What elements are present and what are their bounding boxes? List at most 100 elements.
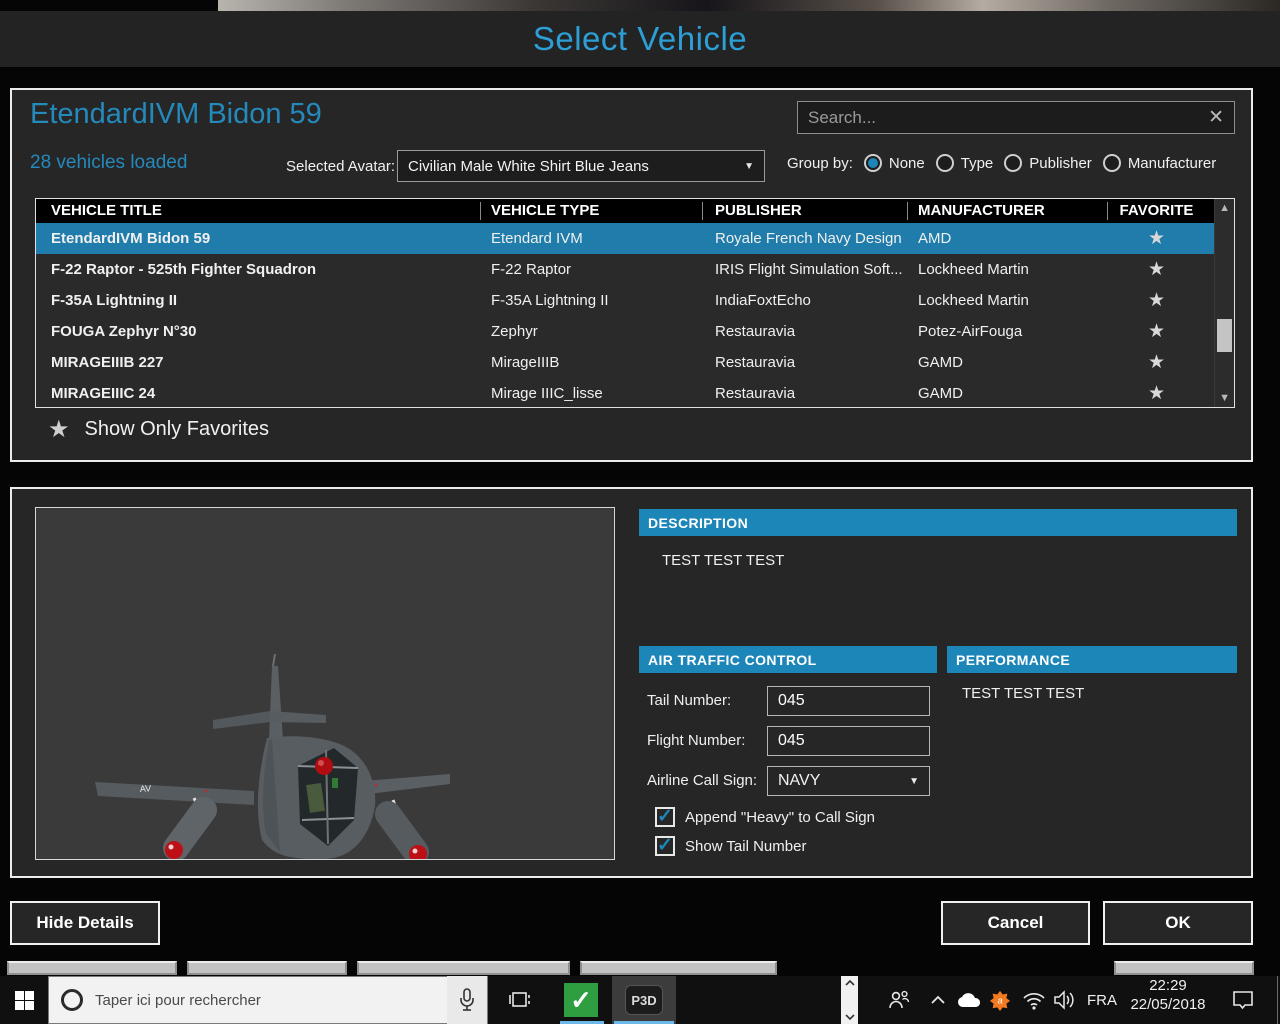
language-indicator[interactable]: FRA bbox=[1084, 976, 1120, 1024]
table-row[interactable]: EtendardIVM Bidon 59 Etendard IVM Royale… bbox=[36, 223, 1215, 254]
cell-vehicle-title: F-35A Lightning II bbox=[51, 292, 178, 309]
tail-number-input[interactable] bbox=[767, 686, 930, 716]
selected-avatar-dropdown[interactable]: Civilian Male White Shirt Blue Jeans ▼ bbox=[397, 150, 765, 182]
selected-vehicle-title: EtendardIVM Bidon 59 bbox=[30, 98, 322, 130]
onedrive-tray-icon[interactable] bbox=[954, 976, 984, 1024]
background-window-edge bbox=[187, 961, 347, 975]
favorite-star-icon[interactable]: ★ bbox=[1148, 352, 1165, 373]
show-tail-number-label: Show Tail Number bbox=[685, 837, 807, 855]
flight-number-input[interactable] bbox=[767, 726, 930, 756]
star-icon: ★ bbox=[48, 416, 70, 443]
airline-call-sign-label: Airline Call Sign: bbox=[647, 772, 758, 789]
column-header-vehicle-type[interactable]: VEHICLE TYPE bbox=[481, 202, 703, 220]
airline-call-sign-dropdown[interactable]: NAVY ▼ bbox=[767, 766, 930, 796]
cell-publisher: Restauravia bbox=[715, 354, 796, 371]
taskbar-clock[interactable]: 22:29 22/05/2018 bbox=[1122, 976, 1214, 1014]
checkbox-icon[interactable]: ✓ bbox=[655, 807, 675, 827]
chevron-down-icon: ▼ bbox=[909, 775, 919, 787]
microphone-icon bbox=[460, 988, 474, 1011]
cell-vehicle-title: MIRAGEIIIB 227 bbox=[51, 354, 164, 371]
table-row[interactable]: F-22 Raptor - 525th Fighter Squadron F-2… bbox=[36, 254, 1214, 285]
ok-button[interactable]: OK bbox=[1103, 901, 1253, 945]
green-check-icon: ✓ bbox=[564, 983, 598, 1017]
scrollbar-thumb[interactable] bbox=[1217, 319, 1233, 352]
scroll-down-icon[interactable]: ▼ bbox=[1215, 392, 1234, 404]
hidden-icons-button[interactable] bbox=[926, 976, 950, 1024]
background-window-edge bbox=[580, 961, 777, 975]
selected-avatar-label: Selected Avatar: bbox=[286, 158, 395, 175]
radio-icon bbox=[863, 154, 882, 172]
group-by-none[interactable]: None bbox=[863, 154, 925, 172]
people-button[interactable] bbox=[884, 976, 914, 1024]
task-view-button[interactable] bbox=[498, 976, 544, 1024]
favorite-star-icon[interactable]: ★ bbox=[1148, 290, 1165, 311]
group-by-label: Group by: bbox=[787, 154, 853, 172]
vehicle-preview-image: AV bbox=[35, 507, 615, 865]
group-by-type[interactable]: Type bbox=[935, 154, 994, 172]
search-input[interactable] bbox=[798, 107, 1199, 128]
cell-vehicle-title: F-22 Raptor - 525th Fighter Squadron bbox=[51, 261, 317, 278]
hide-details-button[interactable]: Hide Details bbox=[10, 901, 160, 945]
microphone-zone[interactable] bbox=[447, 976, 487, 1024]
cell-favorite: ★ bbox=[1108, 227, 1205, 250]
tail-number-label: Tail Number: bbox=[647, 692, 732, 709]
checkbox-icon[interactable]: ✓ bbox=[655, 836, 675, 856]
vehicle-table-body: EtendardIVM Bidon 59 Etendard IVM Royale… bbox=[36, 223, 1215, 409]
table-row[interactable]: F-35A Lightning II F-35A Lightning II In… bbox=[36, 285, 1214, 316]
cell-favorite: ★ bbox=[1108, 258, 1205, 281]
overlay-scrollbar[interactable] bbox=[841, 976, 858, 1024]
radio-label: Type bbox=[960, 154, 994, 172]
cell-vehicle-type: F-35A Lightning II bbox=[491, 292, 609, 309]
show-tail-number-checkbox-row[interactable]: ✓ Show Tail Number bbox=[655, 836, 806, 856]
append-heavy-checkbox-row[interactable]: ✓ Append "Heavy" to Call Sign bbox=[655, 807, 875, 827]
column-header-publisher[interactable]: PUBLISHER bbox=[703, 202, 908, 220]
cell-manufacturer: GAMD bbox=[918, 354, 963, 371]
chevron-down-icon[interactable] bbox=[844, 1013, 855, 1021]
taskbar-app-green-check[interactable]: ✓ bbox=[556, 976, 606, 1024]
cell-favorite: ★ bbox=[1108, 320, 1205, 343]
radio-label: Publisher bbox=[1029, 154, 1092, 172]
vehicle-table: VEHICLE TITLE VEHICLE TYPE PUBLISHER MAN… bbox=[35, 198, 1235, 408]
clock-date: 22/05/2018 bbox=[1130, 996, 1206, 1013]
column-header-manufacturer[interactable]: MANUFACTURER bbox=[908, 202, 1108, 220]
start-button[interactable] bbox=[0, 976, 48, 1024]
favorite-star-icon[interactable]: ★ bbox=[1148, 228, 1165, 249]
table-scrollbar[interactable]: ▲ ▼ bbox=[1214, 199, 1234, 407]
radio-icon bbox=[1102, 154, 1121, 172]
radio-icon bbox=[1004, 154, 1023, 172]
favorite-star-icon[interactable]: ★ bbox=[1148, 383, 1165, 404]
action-center-button[interactable] bbox=[1226, 976, 1260, 1024]
taskbar-app-p3d[interactable]: P3D bbox=[612, 976, 676, 1024]
show-only-favorites-toggle[interactable]: ★ Show Only Favorites bbox=[48, 415, 269, 444]
scroll-up-icon[interactable]: ▲ bbox=[1215, 202, 1234, 214]
group-by-manufacturer[interactable]: Manufacturer bbox=[1102, 154, 1217, 172]
cancel-button[interactable]: Cancel bbox=[941, 901, 1090, 945]
background-window-edge bbox=[7, 961, 177, 975]
chevron-up-icon[interactable] bbox=[844, 979, 855, 987]
column-header-favorite[interactable]: FAVORITE bbox=[1108, 202, 1205, 220]
table-row[interactable]: FOUGA Zephyr N°30 Zephyr Restauravia Pot… bbox=[36, 316, 1214, 347]
wifi-tray-icon[interactable] bbox=[1020, 976, 1048, 1024]
cell-vehicle-title: FOUGA Zephyr N°30 bbox=[51, 323, 197, 340]
column-header-vehicle-title[interactable]: VEHICLE TITLE bbox=[36, 202, 481, 220]
favorite-star-icon[interactable]: ★ bbox=[1148, 321, 1165, 342]
notification-icon bbox=[1233, 991, 1253, 1010]
cell-publisher: Restauravia bbox=[715, 385, 796, 402]
group-by-radios: Group by: None Type Publisher Manufactur… bbox=[787, 151, 1247, 175]
clear-search-icon[interactable]: ✕ bbox=[1198, 106, 1234, 129]
p3d-icon: P3D bbox=[625, 985, 663, 1015]
page-title: Select Vehicle bbox=[532, 20, 748, 57]
cell-vehicle-title: EtendardIVM Bidon 59 bbox=[51, 230, 211, 247]
atc-header: AIR TRAFFIC CONTROL bbox=[639, 646, 937, 673]
taskbar-search-box[interactable]: Taper ici pour rechercher bbox=[48, 976, 488, 1024]
cell-manufacturer: GAMD bbox=[918, 385, 963, 402]
cell-publisher: Restauravia bbox=[715, 323, 796, 340]
volume-tray-icon[interactable] bbox=[1050, 976, 1080, 1024]
radio-label: Manufacturer bbox=[1127, 154, 1217, 172]
table-row[interactable]: MIRAGEIIIC 24 Mirage IIIC_lisse Restaura… bbox=[36, 378, 1214, 409]
group-by-publisher[interactable]: Publisher bbox=[1004, 154, 1092, 172]
table-row[interactable]: MIRAGEIIIB 227 MirageIIIB Restauravia GA… bbox=[36, 347, 1214, 378]
avast-tray-icon[interactable]: a bbox=[986, 976, 1014, 1024]
favorite-star-icon[interactable]: ★ bbox=[1148, 259, 1165, 280]
show-desktop-button[interactable] bbox=[1277, 976, 1278, 1024]
